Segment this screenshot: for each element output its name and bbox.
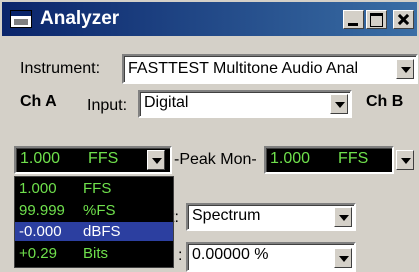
channel-a-label: Ch A	[20, 93, 57, 110]
dropdown-item-dbfs[interactable]: -0.000 dBFS	[15, 222, 173, 241]
dropdown-item-percent-fs[interactable]: 99.999 %FS	[15, 201, 173, 220]
minimize-button[interactable]	[343, 10, 364, 29]
readout-field[interactable]: 0.00000 %	[186, 242, 356, 272]
close-button[interactable]	[393, 10, 414, 29]
input-select[interactable]: Digital	[138, 90, 352, 118]
instrument-dropdown-button[interactable]	[396, 59, 414, 79]
level-value: 1.000 FFS	[20, 150, 119, 167]
level-unit-dropdown-list: 1.000 FFS 99.999 %FS -0.000 dBFS +0.29 Bits	[14, 176, 174, 268]
analyzer-window: Analyzer Instrument: FASTTEST Multitone …	[0, 0, 419, 272]
readout-label-fragment: :	[178, 247, 183, 264]
peak-monitor-label: -Peak Mon-	[174, 151, 257, 168]
peak-monitor-value: 1.000 FFS	[270, 150, 369, 167]
instrument-label: Instrument:	[20, 60, 101, 77]
window-title: Analyzer	[40, 8, 120, 29]
channel-b-label: Ch B	[366, 93, 404, 110]
input-dropdown-button[interactable]	[330, 94, 348, 114]
instrument-select[interactable]: FASTTEST Multitone Audio Anal	[122, 54, 418, 84]
level-dropdown-button[interactable]	[147, 150, 165, 170]
measurement-select[interactable]: Spectrum	[186, 203, 356, 231]
input-label: Input:	[87, 97, 128, 114]
dropdown-item-ffs[interactable]: 1.000 FFS	[15, 179, 173, 198]
window-icon	[10, 10, 32, 28]
readout-dropdown-button[interactable]	[334, 248, 352, 268]
measurement-dropdown-button[interactable]	[334, 207, 352, 227]
peak-monitor-dropdown-button[interactable]	[396, 150, 414, 170]
title-bar[interactable]: Analyzer	[2, 2, 417, 36]
peak-monitor-display: 1.000 FFS	[264, 146, 394, 174]
dropdown-item-bits[interactable]: +0.29 Bits	[15, 244, 173, 263]
maximize-button[interactable]	[366, 10, 387, 29]
